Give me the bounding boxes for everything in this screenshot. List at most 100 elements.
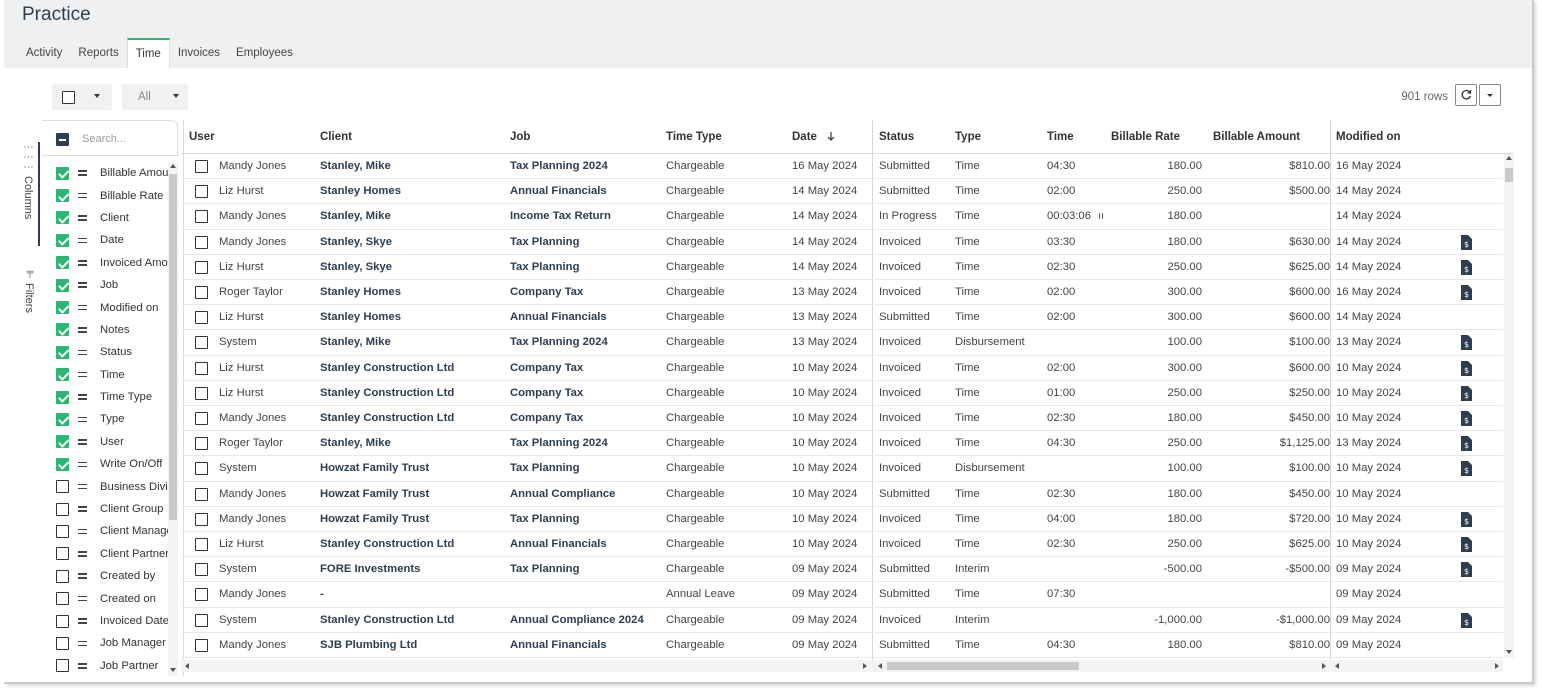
- refresh-button[interactable]: [1455, 84, 1477, 106]
- column-option[interactable]: Date: [42, 229, 178, 251]
- table-row[interactable]: Mandy Jones Stanley, Mike Income Tax Retur…: [181, 204, 1503, 230]
- header-date[interactable]: Date: [792, 120, 836, 154]
- column-option[interactable]: Job Manager: [42, 632, 178, 654]
- row-checkbox[interactable]: [195, 235, 208, 249]
- column-visibility-checkbox[interactable]: [56, 457, 69, 471]
- table-row[interactable]: System FORE Investments Tax Planning Charge…: [181, 557, 1503, 583]
- column-visibility-checkbox[interactable]: [56, 592, 69, 606]
- column-option[interactable]: Business Division: [42, 475, 178, 497]
- table-row[interactable]: Mandy Jones Stanley Construction Ltd Compa…: [181, 406, 1503, 432]
- drag-handle-icon[interactable]: [78, 372, 87, 378]
- column-option[interactable]: Client Partner: [42, 543, 178, 565]
- cell-client[interactable]: Stanley Construction Ltd: [320, 356, 505, 381]
- header-status[interactable]: Status: [879, 120, 914, 154]
- cell-job[interactable]: Annual Compliance: [510, 482, 660, 507]
- cell-client[interactable]: Stanley Construction Ltd: [320, 608, 505, 633]
- scroll-left-arrow-icon[interactable]: [878, 663, 882, 669]
- table-row[interactable]: Mandy Jones - Annual Leave 09 May 2024 Submi…: [181, 582, 1503, 608]
- invoice-icon[interactable]: $: [1460, 385, 1472, 401]
- invoice-icon[interactable]: $: [1460, 612, 1472, 628]
- row-checkbox[interactable]: [195, 361, 208, 375]
- header-job[interactable]: Job: [510, 120, 530, 154]
- column-visibility-checkbox[interactable]: [56, 412, 69, 426]
- table-row[interactable]: Mandy Jones Howzat Family Trust Tax Planni…: [181, 507, 1503, 532]
- drag-handle-icon[interactable]: [78, 573, 87, 579]
- cell-client[interactable]: Howzat Family Trust: [320, 507, 505, 532]
- cell-client[interactable]: Stanley, Mike: [320, 431, 505, 456]
- column-visibility-checkbox[interactable]: [56, 211, 69, 225]
- cell-client[interactable]: Stanley Construction Ltd: [320, 532, 505, 557]
- cell-client[interactable]: Stanley, Mike: [320, 154, 505, 179]
- scroll-left-arrow-icon[interactable]: [1335, 663, 1339, 669]
- invoice-icon[interactable]: $: [1460, 335, 1472, 351]
- pause-timer-icon[interactable]: [1098, 213, 1103, 220]
- row-checkbox[interactable]: [195, 160, 208, 173]
- column-option[interactable]: Client Group: [42, 498, 178, 520]
- table-row[interactable]: Mandy Jones SJB Plumbing Ltd Annual Financ…: [181, 633, 1503, 658]
- table-row[interactable]: Liz Hurst Stanley, Skye Tax Planning Charge…: [181, 255, 1503, 280]
- scroll-down-arrow-icon[interactable]: [1506, 650, 1512, 654]
- scroll-down-arrow-icon[interactable]: [170, 668, 176, 672]
- cell-job[interactable]: [510, 582, 660, 607]
- cell-job[interactable]: Annual Financials: [510, 305, 660, 330]
- column-visibility-checkbox[interactable]: [56, 614, 69, 628]
- column-option[interactable]: Client: [42, 207, 178, 229]
- table-row[interactable]: Liz Hurst Stanley Construction Ltd Company…: [181, 356, 1503, 381]
- row-checkbox[interactable]: [195, 311, 208, 325]
- cell-job[interactable]: Tax Planning 2024: [510, 330, 660, 355]
- drag-handle-icon[interactable]: [78, 551, 87, 557]
- invoice-icon[interactable]: $: [1460, 461, 1472, 477]
- drag-handle-icon[interactable]: [78, 641, 87, 647]
- invoice-icon[interactable]: $: [1460, 234, 1472, 250]
- drag-handle-icon[interactable]: [78, 282, 87, 288]
- columns-side-tab[interactable]: ⋮⋮⋮ Columns: [18, 142, 40, 246]
- cell-client[interactable]: Stanley, Mike: [320, 204, 505, 229]
- header-time[interactable]: Time: [1047, 120, 1074, 154]
- table-row[interactable]: Mandy Jones Stanley, Mike Tax Planning 202…: [181, 154, 1503, 180]
- cell-job[interactable]: Income Tax Return: [510, 204, 660, 229]
- column-visibility-checkbox[interactable]: [56, 569, 69, 583]
- column-search-input[interactable]: [80, 128, 175, 150]
- row-checkbox[interactable]: [195, 512, 208, 526]
- cell-job[interactable]: Annual Financials: [510, 633, 660, 658]
- scroll-left-arrow-icon[interactable]: [185, 663, 189, 669]
- scrollbar-thumb[interactable]: [1505, 168, 1513, 182]
- column-list-scrollbar[interactable]: [168, 162, 178, 676]
- table-row[interactable]: Mandy Jones Howzat Family Trust Annual Com…: [181, 482, 1503, 507]
- column-option[interactable]: Invoiced Amount: [42, 252, 178, 274]
- row-checkbox[interactable]: [195, 386, 208, 400]
- tab-invoices[interactable]: Invoices: [170, 38, 228, 68]
- column-visibility-checkbox[interactable]: [56, 189, 69, 203]
- drag-handle-icon[interactable]: [78, 506, 87, 512]
- grid-vertical-scrollbar[interactable]: [1504, 154, 1514, 658]
- tab-reports[interactable]: Reports: [70, 38, 126, 68]
- row-checkbox[interactable]: [195, 336, 208, 350]
- scroll-up-arrow-icon[interactable]: [170, 164, 176, 168]
- column-option[interactable]: Time Type: [42, 386, 178, 408]
- column-visibility-checkbox[interactable]: [56, 368, 69, 382]
- cell-client[interactable]: Stanley, Skye: [320, 230, 505, 255]
- column-option[interactable]: Created on: [42, 587, 178, 609]
- scroll-right-arrow-icon[interactable]: [1322, 663, 1326, 669]
- cell-client[interactable]: Howzat Family Trust: [320, 456, 505, 481]
- invoice-icon[interactable]: $: [1460, 360, 1472, 376]
- cell-client[interactable]: Stanley Homes: [320, 280, 505, 305]
- table-row[interactable]: Liz Hurst Stanley Construction Ltd Company…: [181, 381, 1503, 406]
- column-visibility-checkbox[interactable]: [56, 390, 69, 404]
- drag-handle-icon[interactable]: [78, 394, 87, 400]
- table-row[interactable]: Liz Hurst Stanley Homes Annual Financials C…: [181, 179, 1503, 205]
- scrollbar-thumb[interactable]: [887, 662, 1079, 670]
- header-billable-amount[interactable]: Billable Amount: [1213, 120, 1300, 154]
- header-modified-on[interactable]: Modified on: [1336, 120, 1401, 154]
- column-option[interactable]: Created by: [42, 565, 178, 587]
- header-client[interactable]: Client: [320, 120, 352, 154]
- column-visibility-checkbox[interactable]: [56, 524, 69, 538]
- column-option[interactable]: Type: [42, 408, 178, 430]
- scroll-right-arrow-icon[interactable]: [1495, 663, 1499, 669]
- invoice-icon[interactable]: $: [1460, 562, 1472, 578]
- column-option[interactable]: Billable Amount: [42, 162, 178, 184]
- column-visibility-checkbox[interactable]: [56, 256, 69, 270]
- column-option[interactable]: Invoiced Date: [42, 610, 178, 632]
- table-row[interactable]: System Stanley Construction Ltd Annual Com…: [181, 608, 1503, 633]
- chevron-down-icon[interactable]: [94, 94, 100, 98]
